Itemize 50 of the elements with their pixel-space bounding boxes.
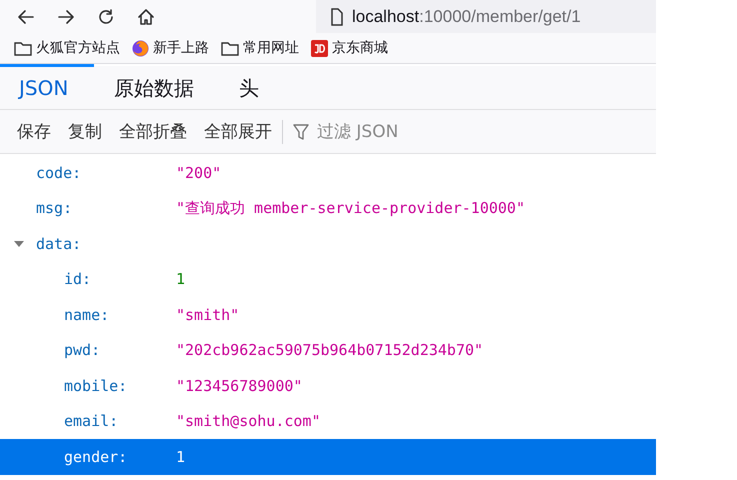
- back-icon[interactable]: [17, 8, 35, 26]
- toolbar-button[interactable]: 保存: [8, 120, 59, 143]
- json-key: data:: [36, 234, 82, 253]
- bookmark-item[interactable]: 京东商城: [311, 39, 388, 57]
- globe-icon: [132, 40, 149, 56]
- json-value: "smith": [176, 306, 240, 324]
- json-key: mobile:: [64, 376, 128, 395]
- filter-icon: [293, 122, 309, 140]
- json-value: 1: [176, 270, 186, 288]
- json-value: "202cb962ac59075b964b07152d234b70": [176, 341, 484, 360]
- tree-row[interactable]: code: "200": [0, 155, 656, 190]
- bookmark-item[interactable]: 火狐官方站点: [14, 39, 120, 57]
- tab[interactable]: 头: [220, 64, 278, 109]
- address-bar[interactable]: localhost:10000/member/get/1: [316, 0, 656, 33]
- json-key: gender:: [64, 448, 128, 466]
- toolbar-button[interactable]: 全部展开: [195, 120, 280, 143]
- json-value: 1: [176, 448, 186, 466]
- tree-row[interactable]: pwd: "202cb962ac59075b964b07152d234b70": [0, 332, 656, 368]
- tree-row[interactable]: mobile: "123456789000": [0, 368, 656, 404]
- reload-icon[interactable]: [97, 8, 115, 26]
- json-key: code:: [36, 164, 82, 182]
- page-icon: [330, 8, 344, 26]
- logo-icon: [311, 40, 328, 56]
- tree-row[interactable]: msg: "查询成功 member-service-provider-10000": [0, 190, 656, 226]
- json-value: "查询成功 member-service-provider-10000": [176, 198, 525, 218]
- tree-row[interactable]: data:: [0, 226, 656, 262]
- url-host: localhost: [352, 6, 420, 26]
- bookmark-item[interactable]: 常用网址: [221, 39, 299, 57]
- json-value: "smith@sohu.com": [176, 412, 320, 430]
- home-icon[interactable]: [137, 8, 155, 26]
- toolbar-button[interactable]: 全部折叠: [110, 120, 195, 143]
- tree-row[interactable]: gender: 1: [0, 439, 656, 474]
- tree-row[interactable]: email: "smith@sohu.com": [0, 404, 656, 439]
- json-key: pwd:: [64, 341, 100, 360]
- forward-icon[interactable]: [57, 8, 75, 26]
- folder-icon: [14, 40, 32, 56]
- tree-row[interactable]: id: 1: [0, 262, 656, 297]
- filter-field[interactable]: 过滤 JSON: [293, 120, 439, 142]
- json-value: "200": [176, 164, 222, 182]
- folder-icon: [221, 40, 239, 56]
- tab[interactable]: 原始数据: [94, 64, 220, 109]
- toolbar-button[interactable]: 复制: [59, 120, 110, 143]
- json-key: name:: [64, 306, 110, 324]
- json-value: "123456789000": [176, 376, 302, 395]
- bookmark-item[interactable]: 新手上路: [132, 39, 209, 57]
- json-key: email:: [64, 412, 118, 430]
- url-path: :10000/member/get/1: [419, 6, 581, 26]
- tree-row[interactable]: name: "smith": [0, 297, 656, 332]
- json-key: msg:: [36, 199, 72, 218]
- json-key: id:: [64, 270, 92, 288]
